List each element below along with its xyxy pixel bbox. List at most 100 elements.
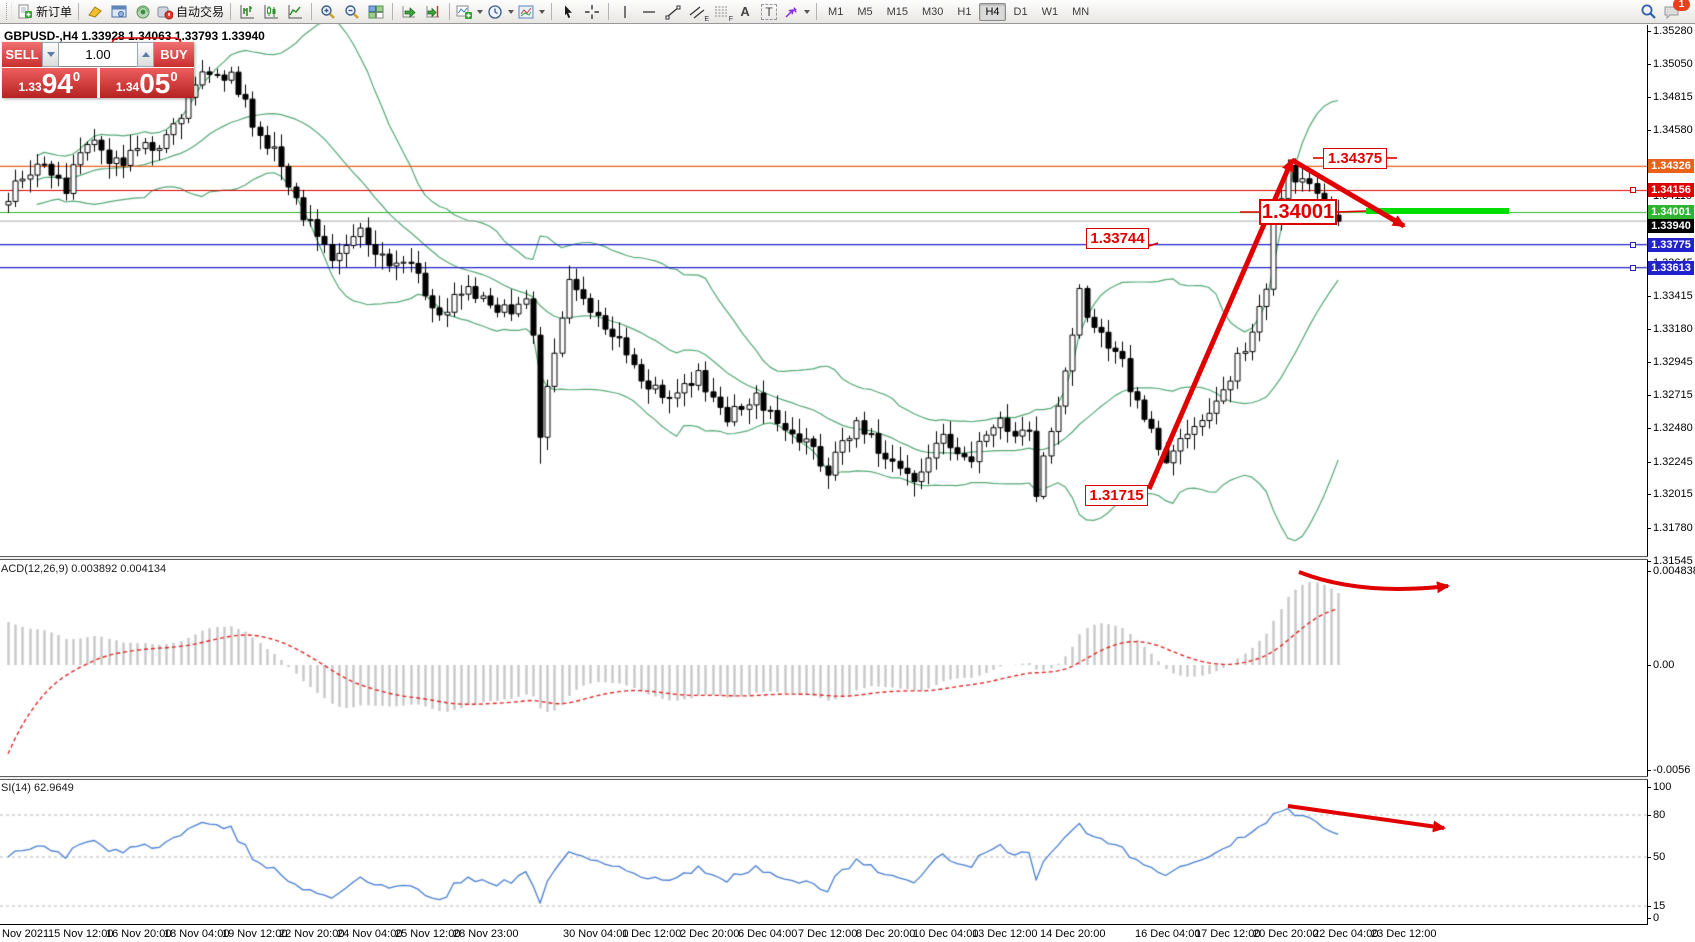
volume-down-button[interactable] — [42, 42, 59, 67]
new-order-button[interactable]: 新订单 — [15, 2, 74, 22]
pane-splitter-macd[interactable] — [0, 556, 1648, 560]
time-axis-label: 22 Dec 04:00 — [1313, 928, 1378, 940]
text-label-button[interactable]: T — [757, 2, 781, 22]
candlestick-chart-button[interactable] — [259, 2, 283, 22]
indicators-button[interactable] — [454, 2, 485, 22]
auto-scroll-button[interactable] — [397, 2, 421, 22]
sell-button[interactable]: SELL — [2, 42, 42, 67]
timeframe-h1[interactable]: H1 — [951, 3, 977, 21]
line-drag-handle[interactable] — [1630, 187, 1636, 193]
line-chart-icon — [287, 4, 303, 20]
price-tick-label: 1.32015 — [1653, 488, 1693, 500]
notification-badge: 1 — [1673, 0, 1690, 11]
equidistant-channel-button[interactable]: E — [685, 2, 709, 22]
horizontal-line-button[interactable] — [637, 2, 661, 22]
price-tick-label: 1.32945 — [1653, 356, 1693, 368]
zoom-out-icon — [344, 4, 360, 20]
chart-window-button[interactable] — [107, 2, 131, 22]
macd-tick-label: 0.004838 — [1653, 565, 1695, 577]
buy-price-display[interactable]: 1.34 05 0 — [100, 68, 195, 98]
chevron-down-icon — [508, 10, 514, 14]
search-icon — [1640, 3, 1657, 20]
separator — [816, 3, 817, 20]
timeframe-m30[interactable]: M30 — [916, 3, 949, 21]
time-axis-label: 7 Dec 12:00 — [798, 928, 857, 940]
cursor-icon — [560, 4, 576, 20]
price-tick-label: 1.33180 — [1653, 323, 1693, 335]
pane-splitter-rsi[interactable] — [0, 776, 1648, 780]
annotation-price-label[interactable]: 1.31715 — [1085, 485, 1148, 506]
market-watch-button[interactable] — [83, 2, 107, 22]
time-axis-label: 20 Dec 20:00 — [1253, 928, 1318, 940]
signals-button[interactable] — [131, 2, 155, 22]
macd-label: ACD(12,26,9) 0.003892 0.004134 — [1, 563, 166, 575]
buy-button[interactable]: BUY — [154, 42, 194, 67]
sell-price-prefix: 1.33 — [18, 80, 41, 94]
crosshair-icon — [584, 4, 600, 20]
volume-input[interactable]: 1.00 — [59, 42, 137, 67]
rsi-tick-label: 100 — [1653, 781, 1671, 793]
notifications-button[interactable]: 1 — [1660, 2, 1684, 22]
vertical-line-button[interactable] — [613, 2, 637, 22]
timeframe-m15[interactable]: M15 — [881, 3, 914, 21]
search-button[interactable] — [1636, 2, 1660, 22]
sell-price-display[interactable]: 1.33 94 0 — [2, 68, 97, 98]
timeframe-m1[interactable]: M1 — [822, 3, 849, 21]
time-axis-label: 6 Dec 04:00 — [738, 928, 797, 940]
fibonacci-icon — [713, 4, 729, 20]
macd-tick-label: -0.0056 — [1653, 764, 1690, 776]
level-price-tag: 1.33775 — [1648, 238, 1694, 252]
cursor-button[interactable] — [556, 2, 580, 22]
separator — [608, 3, 609, 20]
time-axis-label: 22 Nov 20:00 — [279, 928, 344, 940]
zoom-out-button[interactable] — [340, 2, 364, 22]
zoom-in-button[interactable] — [316, 2, 340, 22]
periodicity-button[interactable] — [485, 2, 516, 22]
price-tick-label: 1.33415 — [1653, 290, 1693, 302]
sell-price-pipette: 0 — [73, 69, 80, 84]
signals-icon — [135, 4, 151, 20]
crosshair-button[interactable] — [580, 2, 604, 22]
price-tick-label: 1.32480 — [1653, 422, 1693, 434]
line-drag-handle[interactable] — [1630, 265, 1636, 271]
tile-windows-button[interactable] — [364, 2, 388, 22]
timeframe-d1[interactable]: D1 — [1008, 3, 1034, 21]
level-price-tag: 1.34001 — [1648, 205, 1694, 219]
annotation-price-label[interactable]: 1.33744 — [1086, 228, 1149, 249]
separator — [449, 3, 450, 20]
horizontal-line-icon — [641, 4, 657, 20]
templates-button[interactable] — [516, 2, 547, 22]
time-axis-line — [0, 924, 1648, 925]
timeframe-w1[interactable]: W1 — [1036, 3, 1065, 21]
line-chart-button[interactable] — [283, 2, 307, 22]
time-axis-label: 25 Nov 12:00 — [395, 928, 460, 940]
timeframe-mn[interactable]: MN — [1066, 3, 1095, 21]
time-axis-label: 18 Nov 04:00 — [164, 928, 229, 940]
volume-up-button[interactable] — [137, 42, 154, 67]
timeframe-h4[interactable]: H4 — [979, 3, 1005, 21]
indicators-icon — [456, 4, 472, 20]
clock-icon — [487, 4, 503, 20]
time-axis-label: 15 Nov 12:00 — [48, 928, 113, 940]
timeframe-m5[interactable]: M5 — [851, 3, 878, 21]
level-price-tag: 1.34326 — [1648, 159, 1694, 173]
chart-shift-button[interactable] — [421, 2, 445, 22]
vertical-line-icon — [617, 4, 633, 20]
annotation-price-label[interactable]: 1.34001 — [1259, 199, 1337, 225]
buy-price-big: 05 — [139, 71, 170, 97]
time-axis-label: 8 Dec 20:00 — [856, 928, 915, 940]
time-axis-label: 16 Nov 20:00 — [106, 928, 171, 940]
time-axis-label: 23 Dec 12:00 — [1371, 928, 1436, 940]
fibonacci-button[interactable]: F — [709, 2, 733, 22]
trendline-button[interactable] — [661, 2, 685, 22]
annotation-price-label[interactable]: 1.34375 — [1323, 148, 1387, 169]
auto-trading-button[interactable]: 自动交易 — [155, 2, 226, 22]
text-button[interactable]: A — [733, 2, 757, 22]
arrows-tool-button[interactable] — [781, 2, 812, 22]
time-axis-label: 24 Nov 04:00 — [337, 928, 402, 940]
chart-canvas[interactable] — [0, 0, 1695, 942]
text-icon: A — [740, 4, 749, 19]
rsi-tick-label: 15 — [1653, 900, 1665, 912]
bar-chart-button[interactable] — [235, 2, 259, 22]
line-drag-handle[interactable] — [1630, 242, 1636, 248]
